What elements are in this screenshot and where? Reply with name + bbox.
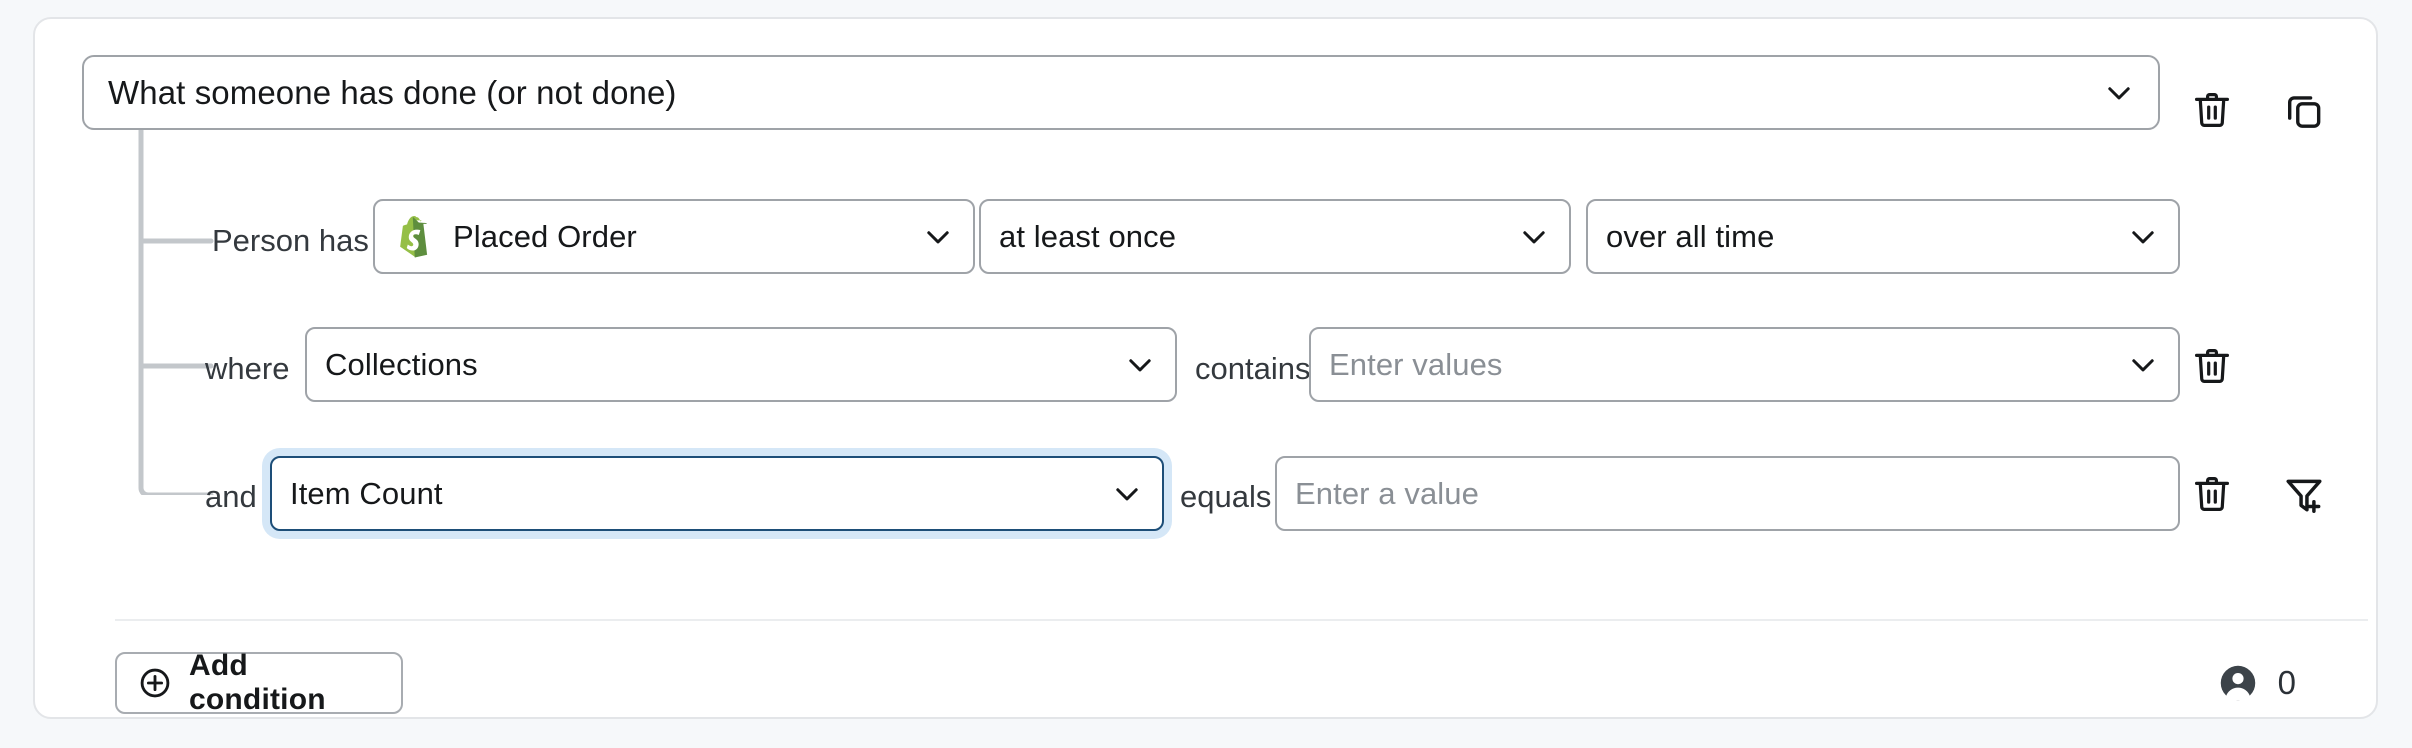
timeframe-value: over all time [1606,219,2112,255]
duplicate-condition-button[interactable] [2277,83,2331,137]
timeframe-select[interactable]: over all time [1586,199,2180,274]
metric-value: Placed Order [453,219,907,255]
condition-type-value: What someone has done (or not done) [108,74,2088,112]
trash-icon [2190,472,2234,516]
frequency-select[interactable]: at least once [979,199,1571,274]
trash-icon [2190,88,2234,132]
values-input[interactable]: Enter values [1309,327,2180,402]
dimension-value: Item Count [290,476,1096,512]
frequency-value: at least once [999,219,1503,255]
chevron-down-icon [1517,220,1551,254]
value-input-placeholder: Enter a value [1295,476,2160,512]
chevron-down-icon [2102,76,2136,110]
add-filter-button[interactable] [2277,467,2331,521]
people-count-value: 0 [2278,664,2296,702]
copy-icon [2282,88,2326,132]
delete-filter-row-3-button[interactable] [2185,467,2239,521]
metric-select[interactable]: Placed Order [373,199,975,274]
segment-builder-screen: What someone has done (or not done) [0,0,2412,748]
chevron-down-icon [2126,348,2160,382]
condition-card: What someone has done (or not done) [33,17,2378,719]
people-count: 0 [2216,655,2296,711]
values-input-placeholder: Enter values [1329,347,2112,383]
add-condition-label: Add condition [189,649,381,717]
dimension-value: Collections [325,347,1109,383]
row-2-operator-label: contains [1195,353,1310,384]
condition-type-select[interactable]: What someone has done (or not done) [82,55,2160,130]
delete-filter-row-2-button[interactable] [2185,339,2239,393]
row-1-prefix-label: Person has [212,225,369,256]
trash-icon [2190,344,2234,388]
chevron-down-icon [1123,348,1157,382]
chevron-down-icon [1110,477,1144,511]
condition-tree-connector [135,130,255,495]
footer-divider [115,619,2368,621]
add-condition-button[interactable]: Add condition [115,652,403,714]
filter-plus-icon [2282,472,2326,516]
row-3-operator-label: equals [1180,481,1271,512]
row-2-prefix-label: where [205,353,289,384]
shopify-icon [393,214,435,260]
plus-circle-icon [137,665,173,701]
value-input[interactable]: Enter a value [1275,456,2180,531]
dimension-select-collections[interactable]: Collections [305,327,1177,402]
row-3-prefix-label: and [205,481,257,512]
dimension-select-item-count[interactable]: Item Count [270,456,1164,531]
person-icon [2216,661,2260,705]
chevron-down-icon [2126,220,2160,254]
chevron-down-icon [921,220,955,254]
delete-condition-button[interactable] [2185,83,2239,137]
